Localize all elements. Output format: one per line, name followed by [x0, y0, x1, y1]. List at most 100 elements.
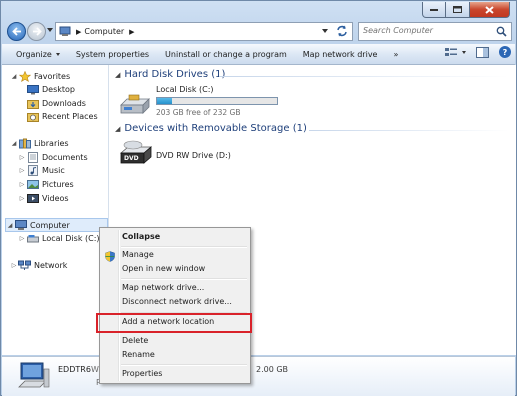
- more-commands-button[interactable]: »: [385, 50, 406, 59]
- menu-open-new-window[interactable]: Open in new window: [122, 262, 205, 275]
- dvd-drive-item[interactable]: DVD DVD RW Drive (D:): [119, 139, 269, 171]
- tree-recent-places[interactable]: Recent Places: [26, 110, 98, 123]
- disk-usage-fill: [157, 98, 172, 104]
- view-dropdown-icon[interactable]: [462, 50, 466, 54]
- group-collapse-icon[interactable]: ◢: [115, 71, 120, 79]
- recent-pages-dropdown[interactable]: [47, 28, 53, 32]
- downloads-folder-icon: [26, 98, 39, 109]
- star-icon: [18, 71, 31, 82]
- menu-properties[interactable]: Properties: [122, 367, 162, 380]
- local-disk-item[interactable]: Local Disk (C:) 203 GB free of 232 GB: [119, 85, 289, 119]
- map-network-drive-button[interactable]: Map network drive: [295, 50, 386, 59]
- expand-arrow-icon[interactable]: ▷: [18, 181, 26, 188]
- dvd-logo-text: DVD: [124, 155, 139, 162]
- tree-network[interactable]: ▷ Network: [10, 259, 67, 272]
- back-button[interactable]: [7, 22, 26, 41]
- group-divider: [309, 130, 509, 131]
- dvd-drive-label: DVD RW Drive (D:): [156, 151, 231, 160]
- system-properties-button[interactable]: System properties: [68, 50, 157, 59]
- tree-favorites[interactable]: ◢ Favorites: [10, 70, 70, 83]
- tree-favorites-label: Favorites: [34, 72, 71, 81]
- search-input[interactable]: [363, 26, 493, 35]
- minimize-button[interactable]: [422, 2, 446, 18]
- maximize-button[interactable]: [446, 2, 470, 18]
- group-divider: [219, 76, 509, 77]
- collapse-arrow-icon[interactable]: ◢: [6, 222, 14, 229]
- help-icon[interactable]: ?: [499, 46, 511, 58]
- map-network-drive-label: Map network drive: [302, 49, 378, 59]
- tree-libraries-label: Libraries: [34, 139, 69, 148]
- hard-disk-drives-header[interactable]: ◢ Hard Disk Drives (1): [115, 69, 225, 80]
- expand-arrow-icon[interactable]: ▷: [18, 235, 26, 242]
- menu-disconnect-network-drive[interactable]: Disconnect network drive...: [122, 295, 232, 308]
- collapse-arrow-icon[interactable]: ◢: [10, 73, 18, 80]
- uninstall-program-label: Uninstall or change a program: [165, 49, 287, 59]
- hard-drive-large-icon: [120, 94, 150, 114]
- computer-icon: [14, 219, 27, 231]
- address-dropdown[interactable]: [322, 29, 328, 33]
- details-pane: EDDTR6 Wo P 2.00 GB: [2, 356, 515, 396]
- address-bar[interactable]: ▶ Computer ▶: [55, 22, 353, 41]
- maximize-icon: [453, 6, 462, 13]
- expand-arrow-icon[interactable]: ▷: [18, 195, 26, 202]
- memory-value: 2.00 GB: [256, 365, 289, 374]
- tree-recent-places-label: Recent Places: [42, 112, 98, 121]
- music-icon: [26, 165, 39, 176]
- tree-pictures[interactable]: ▷ Pictures: [18, 178, 74, 191]
- tree-videos-label: Videos: [42, 194, 69, 203]
- group-collapse-icon[interactable]: ◢: [115, 125, 120, 133]
- local-disk-label: Local Disk (C:): [156, 85, 214, 94]
- breadcrumb-chevron[interactable]: ▶: [129, 28, 134, 36]
- documents-icon: [26, 152, 39, 163]
- tree-documents[interactable]: ▷ Documents: [18, 151, 88, 164]
- expand-arrow-icon[interactable]: ▷: [10, 262, 18, 269]
- tree-pictures-label: Pictures: [42, 180, 74, 189]
- expand-arrow-icon[interactable]: ▷: [18, 154, 26, 161]
- command-bar-right: ?: [440, 46, 511, 58]
- local-disk-free-space: 203 GB free of 232 GB: [156, 108, 241, 117]
- network-icon: [18, 260, 31, 271]
- forward-arrow-icon: [32, 27, 42, 36]
- organize-button[interactable]: Organize: [2, 50, 68, 59]
- removable-storage-title: Devices with Removable Storage (1): [124, 123, 307, 134]
- tree-music[interactable]: ▷ Music: [18, 164, 65, 177]
- search-icon[interactable]: [496, 26, 507, 37]
- more-commands-label: »: [393, 49, 399, 59]
- menu-rename[interactable]: Rename: [122, 348, 155, 361]
- computer-small-icon: [59, 26, 71, 36]
- menu-delete[interactable]: Delete: [122, 334, 148, 347]
- refresh-button[interactable]: [336, 25, 348, 40]
- change-view-icon[interactable]: [445, 47, 457, 58]
- breadcrumb-separator[interactable]: ▶: [76, 28, 81, 36]
- uninstall-program-button[interactable]: Uninstall or change a program: [157, 50, 295, 59]
- explorer-window: ▶ Computer ▶ Organize System properties …: [0, 0, 517, 396]
- collapse-arrow-icon[interactable]: ◢: [10, 140, 18, 147]
- caption-buttons: [422, 2, 510, 18]
- close-icon: [485, 5, 494, 14]
- tree-network-label: Network: [34, 261, 68, 270]
- preview-pane-icon[interactable]: [476, 46, 489, 58]
- menu-map-network-drive[interactable]: Map network drive...: [122, 281, 204, 294]
- tree-local-disk[interactable]: ▷ Local Disk (C:): [18, 232, 100, 245]
- navigation-row: ▶ Computer ▶: [5, 20, 512, 44]
- tree-computer[interactable]: ◢ Computer: [5, 218, 108, 232]
- menu-separator: [121, 278, 247, 280]
- videos-icon: [26, 193, 39, 204]
- close-button[interactable]: [470, 2, 510, 18]
- menu-manage[interactable]: Manage: [122, 248, 154, 261]
- search-box[interactable]: [358, 22, 512, 41]
- expand-arrow-icon[interactable]: ▷: [18, 167, 26, 174]
- menu-collapse[interactable]: Collapse: [122, 230, 160, 243]
- tree-local-disk-label: Local Disk (C:): [42, 234, 100, 243]
- tree-videos[interactable]: ▷ Videos: [18, 192, 69, 205]
- minimize-icon: [430, 8, 438, 11]
- tree-libraries[interactable]: ◢ Libraries: [10, 137, 69, 150]
- refresh-icon: [337, 25, 347, 37]
- tree-desktop[interactable]: Desktop: [26, 83, 75, 96]
- tree-downloads[interactable]: Downloads: [26, 97, 86, 110]
- removable-storage-header[interactable]: ◢ Devices with Removable Storage (1): [115, 123, 307, 134]
- command-bar: Organize System properties Uninstall or …: [2, 44, 515, 65]
- breadcrumb-computer[interactable]: Computer: [84, 27, 124, 36]
- forward-button[interactable]: [27, 22, 46, 41]
- shield-icon: [105, 251, 115, 262]
